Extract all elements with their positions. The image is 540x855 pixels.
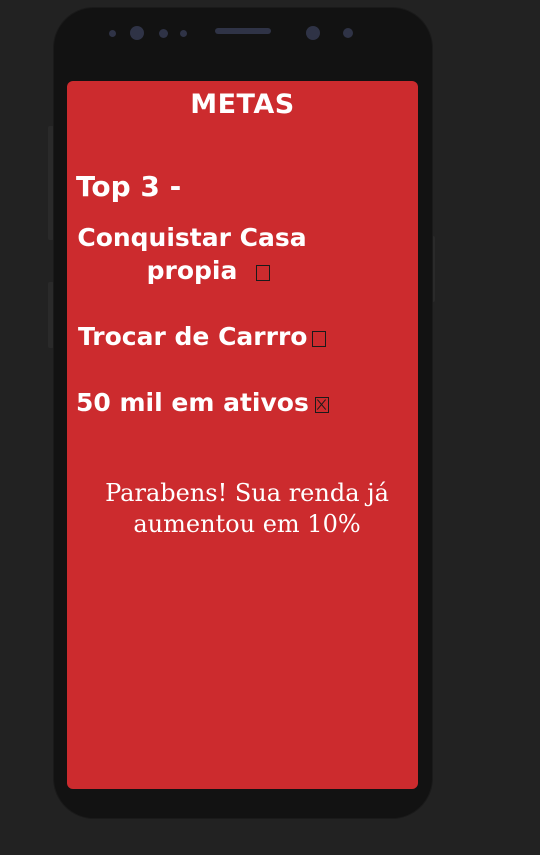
sensor-dot-icon [180, 30, 187, 37]
sensor-dot-icon [159, 29, 168, 38]
earpiece-speaker [215, 28, 271, 34]
goal-checkbox-house[interactable] [256, 265, 270, 281]
sensor-dot-icon [109, 30, 116, 37]
page-title: METAS [190, 89, 295, 120]
congrats-message: Parabens! Sua renda já aumentou em 10% [67, 478, 427, 540]
congrats-message-line2: aumentou em 10% [133, 510, 361, 538]
top-goals-heading: Top 3 - [76, 170, 182, 203]
front-camera-icon [130, 26, 144, 40]
goal-item-assets: 50 mil em ativos [76, 386, 309, 419]
congrats-message-line1: Parabens! Sua renda já [105, 479, 389, 507]
goal-label-line2: propia [146, 256, 238, 285]
goal-label-line1: Conquistar Casa [77, 223, 307, 252]
goal-item-car: Trocar de Carrro [78, 320, 307, 353]
goal-checkbox-car[interactable] [312, 331, 326, 347]
app-screen: METAS Top 3 - Conquistar Casa propia Tro… [67, 81, 418, 789]
sensor-dot-icon [343, 28, 353, 38]
goal-label: 50 mil em ativos [76, 388, 309, 417]
goal-item-house: Conquistar Casa propia [76, 221, 308, 287]
goal-label: Trocar de Carrro [78, 322, 308, 351]
goal-checkbox-assets[interactable] [315, 397, 329, 413]
front-camera-icon [306, 26, 320, 40]
